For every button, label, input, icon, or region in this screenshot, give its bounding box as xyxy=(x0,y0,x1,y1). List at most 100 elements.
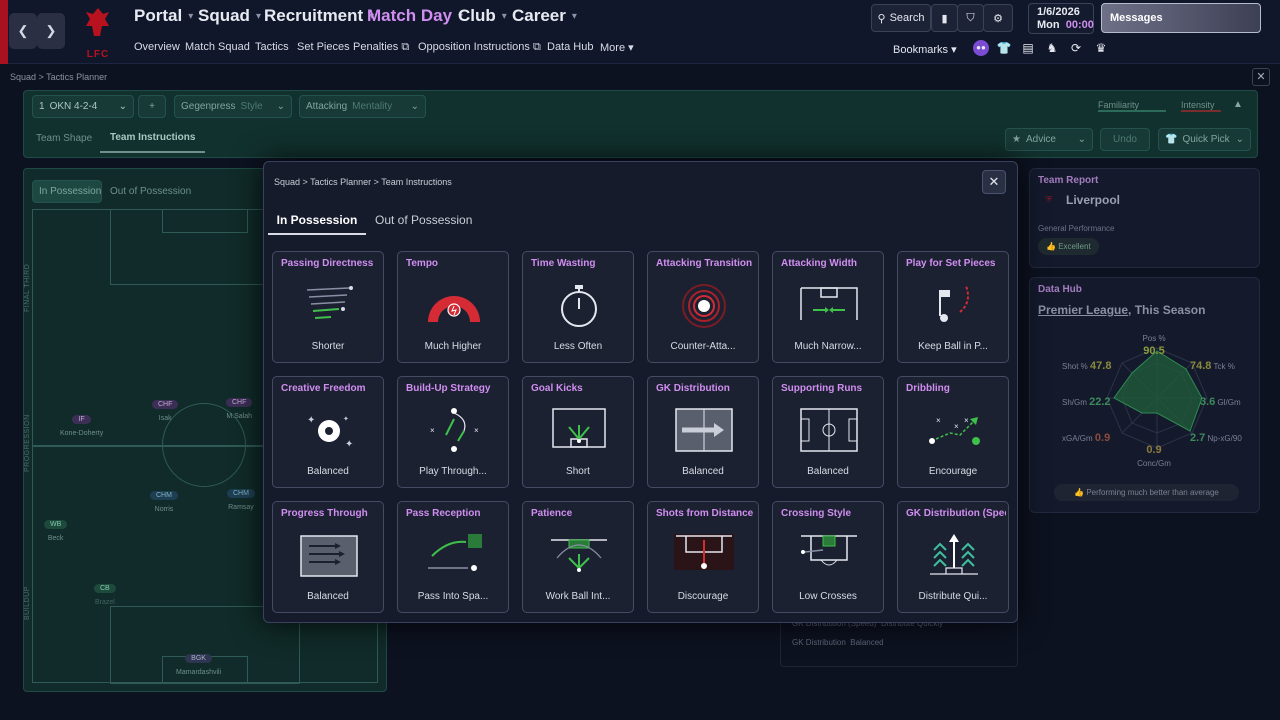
submenu-tactics[interactable]: Tactics xyxy=(255,41,289,53)
instruction-tile-shots-from-distance[interactable]: Shots from Distance Discourage xyxy=(647,501,759,613)
tab-in-possession-bg[interactable]: In Possession xyxy=(32,180,102,203)
add-tactic-button[interactable]: + xyxy=(138,95,166,118)
tile-value: Balanced xyxy=(307,466,349,477)
tile-value: Balanced xyxy=(307,591,349,602)
tab-in-possession[interactable]: In Possession xyxy=(268,205,366,235)
tab-out-of-possession-bg[interactable]: Out of Possession xyxy=(110,186,191,197)
search-button[interactable]: ⚲ Search xyxy=(871,4,931,32)
instruction-tile-time-wasting[interactable]: Time Wasting Less Often xyxy=(522,251,634,363)
bookmarks-dropdown[interactable]: Bookmarks ▾ xyxy=(893,43,957,56)
instruction-tile-attacking-width[interactable]: Attacking Width Much Narrow... xyxy=(772,251,884,363)
player-marker[interactable]: IF Kone-Doherty xyxy=(60,408,103,437)
menu-portal[interactable]: Portal ▾ xyxy=(134,6,193,26)
quick-pick-dropdown[interactable]: 👕 Quick Pick ⌄ xyxy=(1158,128,1251,151)
team-instructions-modal: Squad > Tactics Planner > Team Instructi… xyxy=(263,161,1018,623)
tile-value: Balanced xyxy=(682,466,724,477)
instruction-tile-creative-freedom[interactable]: Creative Freedom ✦ ✦ ✦ Balanced xyxy=(272,376,384,488)
submenu-opposition-instructions[interactable]: Opposition Instructions ⧉ xyxy=(418,41,541,54)
submenu-data-hub[interactable]: Data Hub xyxy=(547,41,593,53)
shots-from-distance-icon xyxy=(674,534,734,570)
svg-text:×: × xyxy=(474,426,479,435)
date-time-display[interactable]: 1/6/2026 Mon 00:00 xyxy=(1028,3,1094,34)
submenu-penalties[interactable]: Penalties ⧉ xyxy=(353,41,409,54)
familiarity-meter[interactable]: Familiarity xyxy=(1098,100,1166,112)
instruction-tile-pass-reception[interactable]: Pass Reception Pass Into Spa... xyxy=(397,501,509,613)
tile-value: Shorter xyxy=(311,341,345,352)
tab-team-shape[interactable]: Team Shape xyxy=(36,133,92,144)
tile-title: GK Distribution xyxy=(656,383,730,394)
instruction-tile-dribbling[interactable]: Dribbling × × × Encourage xyxy=(897,376,1009,488)
clipboard-icon[interactable]: ▤ xyxy=(1020,40,1036,56)
tile-value: Counter-Atta... xyxy=(670,341,736,352)
settings-button[interactable]: ⚙ xyxy=(983,4,1013,32)
instruction-tile-supporting-runs[interactable]: Supporting Runs Balanced xyxy=(772,376,884,488)
tab-out-of-possession[interactable]: Out of Possession xyxy=(375,213,472,227)
svg-text:✦: ✦ xyxy=(343,415,349,423)
tempo-gauge-icon xyxy=(428,296,480,322)
tile-value: Work Ball Int... xyxy=(545,591,611,602)
player-marker[interactable]: CHM Ramsay xyxy=(227,482,255,511)
back-button[interactable]: ❮ xyxy=(9,13,37,49)
staff-icon[interactable]: ♞ xyxy=(1044,40,1060,56)
club-logo[interactable]: LFC xyxy=(76,4,120,60)
submenu-more[interactable]: More ▾ xyxy=(600,41,634,54)
chevron-down-icon: ▾ xyxy=(951,44,957,56)
formation-dropdown[interactable]: 1 OKN 4-2-4 ⌄ xyxy=(32,95,134,118)
instruction-tile-crossing-style[interactable]: Crossing Style Low Crosses xyxy=(772,501,884,613)
menu-club[interactable]: Club ▾ xyxy=(458,6,507,26)
submenu-match-squad[interactable]: Match Squad xyxy=(185,41,250,53)
style-dropdown[interactable]: Gegenpress Style ⌄ xyxy=(174,95,292,118)
club-crest-button[interactable]: ⛉ xyxy=(957,4,984,32)
intensity-meter[interactable]: Intensity xyxy=(1181,100,1221,112)
breadcrumb-tactics-planner[interactable]: Tactics Planner xyxy=(46,72,107,82)
tile-value: Encourage xyxy=(928,466,978,477)
messages-button[interactable]: Messages xyxy=(1101,3,1261,33)
menu-match-day[interactable]: Match Day ▾ xyxy=(367,6,463,26)
breadcrumb-squad[interactable]: Squad xyxy=(10,72,36,82)
top-bar: ❮ ❯ LFC Portal ▾ Squad ▾ Recruitment ▾ Matc… xyxy=(0,0,1280,64)
time-text: 00:00 xyxy=(1065,19,1094,31)
modal-close-button[interactable]: ✕ xyxy=(982,170,1006,194)
instruction-tile-patience[interactable]: Patience Work Ball Int... xyxy=(522,501,634,613)
advice-dropdown[interactable]: ★ Advice ⌄ xyxy=(1005,128,1093,151)
trophy-icon[interactable]: ♛ xyxy=(1093,40,1109,56)
instruction-tile-tempo[interactable]: Tempo Much Higher xyxy=(397,251,509,363)
mentality-dropdown[interactable]: Attacking Mentality ⌄ xyxy=(299,95,426,118)
modal-breadcrumb-tactics-planner[interactable]: Tactics Planner xyxy=(310,177,371,187)
instruction-tile-gk-distribution[interactable]: GK Distribution Balanced xyxy=(647,376,759,488)
menu-squad[interactable]: Squad ▾ xyxy=(198,6,261,26)
menu-career[interactable]: Career ▾ xyxy=(512,6,577,26)
stat-value: 90.5 xyxy=(1143,345,1165,357)
undo-button[interactable]: Undo xyxy=(1100,128,1150,151)
player-marker[interactable]: BGK Mamardashvili xyxy=(176,647,221,676)
player-marker[interactable]: CB Brazel xyxy=(94,577,116,606)
tab-team-instructions[interactable]: Team Instructions xyxy=(100,127,206,153)
instruction-tile-build-up-strategy[interactable]: Build-Up Strategy × × Play Through... xyxy=(397,376,509,488)
chat-icon[interactable]: ●● xyxy=(973,40,989,56)
player-marker[interactable]: CHM Norris xyxy=(150,484,178,513)
player-marker[interactable]: CHF Isak xyxy=(152,393,179,422)
data-hub-scope[interactable]: Premier League, This Season xyxy=(1038,303,1205,317)
player-marker[interactable]: WB Beck xyxy=(44,513,68,542)
attacking-transition-icon xyxy=(682,284,726,328)
modal-breadcrumb-squad[interactable]: Squad xyxy=(274,177,300,187)
instruction-tile-passing-directness[interactable]: Passing Directness Shorter xyxy=(272,251,384,363)
instruction-tile-progress-through[interactable]: Progress Through Balanced xyxy=(272,501,384,613)
team-name[interactable]: Liverpool xyxy=(1066,193,1120,207)
refresh-icon[interactable]: ⟳ xyxy=(1068,40,1084,56)
forward-button[interactable]: ❯ xyxy=(37,13,65,49)
goal-kicks-icon xyxy=(552,408,606,448)
menu-recruitment[interactable]: Recruitment ▾ xyxy=(264,6,374,26)
submenu-set-pieces[interactable]: Set Pieces xyxy=(297,41,350,53)
instruction-tile-goal-kicks[interactable]: Goal Kicks Short xyxy=(522,376,634,488)
instruction-tile-gk-distribution-speed[interactable]: GK Distribution (Speed Distribute Qui... xyxy=(897,501,1009,613)
bookmark-button[interactable]: ▮ xyxy=(931,4,958,32)
instruction-tile-attacking-transition[interactable]: Attacking Transition Counter-Atta... xyxy=(647,251,759,363)
instruction-tile-play-for-set-pieces[interactable]: Play for Set Pieces Keep Ball in P... xyxy=(897,251,1009,363)
player-marker[interactable]: CHF M.Salah xyxy=(226,391,253,420)
shirt-icon[interactable]: 👕 xyxy=(996,40,1012,56)
page-close-button[interactable]: ✕ xyxy=(1252,68,1270,86)
external-link-icon: ⧉ xyxy=(401,41,410,53)
submenu-overview[interactable]: Overview xyxy=(134,41,180,53)
tile-value: Much Narrow... xyxy=(794,341,862,352)
